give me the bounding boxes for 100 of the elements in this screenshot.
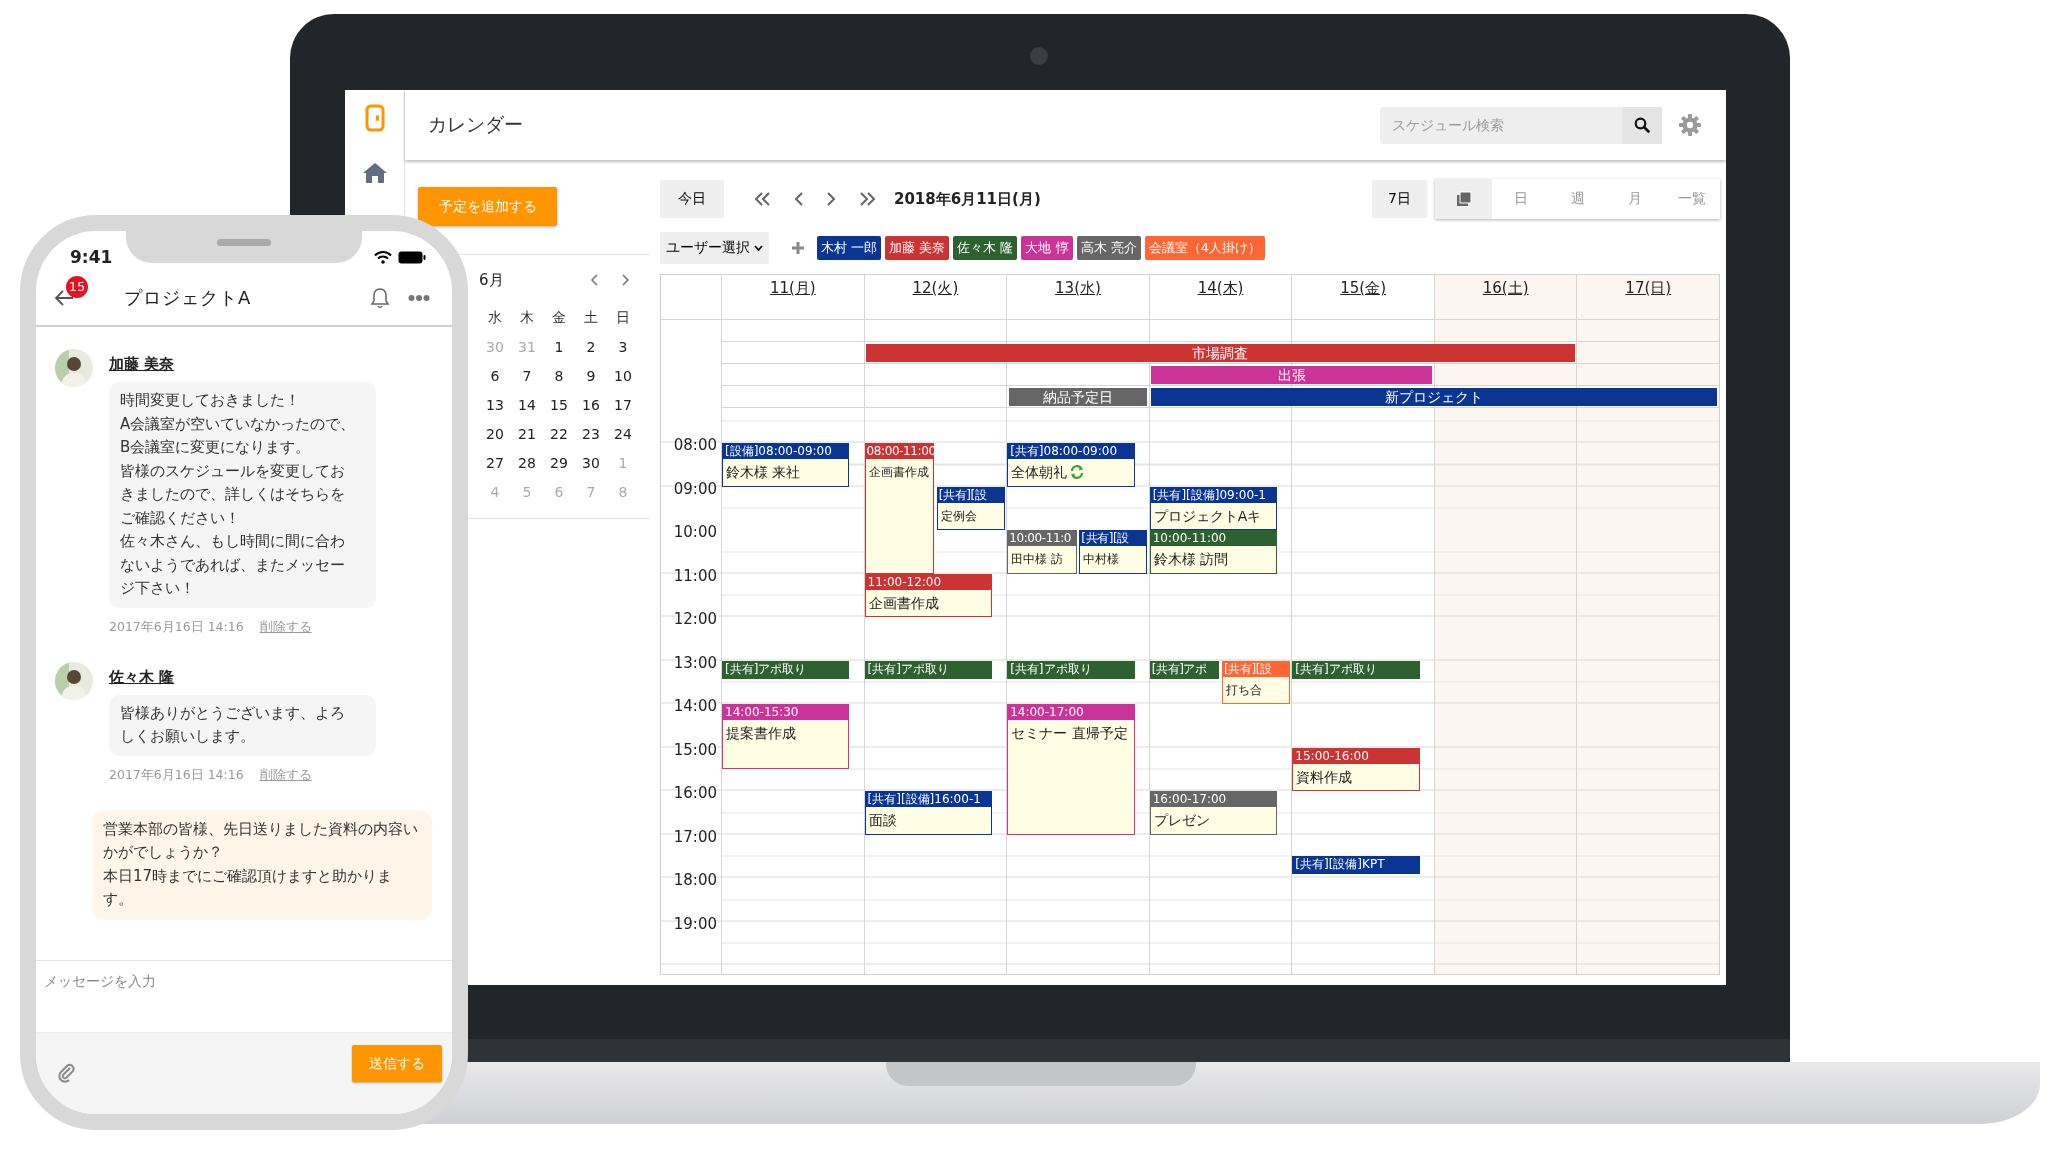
speaker-grille [217, 239, 271, 246]
calendar-day[interactable]: 23 [582, 425, 600, 442]
camera-dot [1030, 47, 1048, 65]
hour-label: 14:00 [673, 698, 717, 714]
event-title: 鈴木様 訪問 [1153, 550, 1229, 569]
calendar-day[interactable]: 9 [586, 367, 596, 384]
month-label: 6月 [479, 270, 505, 290]
calendar-event[interactable]: [共有][設 中村様 [1079, 530, 1148, 574]
battery-icon [398, 250, 426, 264]
calendar-day[interactable]: 28 [518, 454, 536, 471]
message-text: 皆様のスケジュールを変更しておきましたので、詳しくはそちらをご確認ください！ [120, 460, 346, 529]
day-header[interactable]: 17(日) [1577, 275, 1720, 319]
plus-icon[interactable] [791, 241, 805, 255]
calendar-day[interactable]: 14 [518, 396, 536, 413]
calendar-event[interactable]: [共有]アポ取り [1007, 660, 1135, 679]
calendar-day[interactable]: 22 [550, 425, 568, 442]
home-icon[interactable] [361, 162, 388, 184]
calendar-day[interactable]: 17 [614, 396, 632, 413]
calendar-event[interactable]: [共有]アポ [1149, 660, 1220, 679]
today-button[interactable]: 今日 [660, 180, 724, 218]
event-title: 全体朝礼 [1011, 463, 1068, 482]
all-day-event[interactable]: 出張 [1151, 365, 1433, 384]
calendar-event[interactable]: [共有][設 打ち合 [1221, 660, 1290, 704]
calendar-event[interactable]: 15:00-16:00 資料作成 [1292, 747, 1420, 791]
double-chevron-left-icon[interactable] [754, 192, 772, 206]
user-select-dropdown[interactable]: ユーザー選択 [660, 232, 769, 264]
calendar-event[interactable]: [共有][設備]16:00-1 面談 [864, 791, 992, 835]
paperclip-icon[interactable] [58, 1063, 76, 1083]
calendar-day[interactable]: 20 [486, 425, 504, 442]
day-header[interactable]: 12(火) [864, 275, 1008, 319]
day-header[interactable]: 14(木) [1149, 275, 1293, 319]
calendar-event[interactable]: [共有]アポ取り [864, 660, 992, 679]
all-day-event[interactable]: 新プロジェクト [1151, 387, 1717, 406]
calendar-day[interactable]: 6 [490, 367, 500, 384]
calendar-day[interactable]: 16 [582, 396, 600, 413]
calendar-day[interactable]: 29 [550, 454, 568, 471]
hour-label: 18:00 [673, 872, 717, 888]
back-arrow-icon[interactable] [54, 289, 74, 307]
calendar-day[interactable]: 13 [486, 396, 504, 413]
calendar-day[interactable]: 21 [518, 425, 536, 442]
event-title: 打ち合 [1225, 681, 1262, 699]
user-chip[interactable]: 大地 惇 [1021, 236, 1073, 260]
day-header[interactable]: 11(月) [722, 275, 865, 319]
all-day-event[interactable]: 市場調査 [866, 343, 1575, 362]
chat-title: プロジェクトA [124, 286, 252, 310]
user-chip[interactable]: 佐々木 隆 [953, 236, 1018, 260]
calendar-event[interactable]: 16:00-17:00 プレゼン [1149, 791, 1278, 835]
calendar-day[interactable]: 2 [586, 338, 596, 355]
chevron-left-icon[interactable] [794, 192, 804, 206]
all-day-event[interactable]: 納品予定日 [1008, 387, 1148, 406]
calendar-day[interactable]: 30 [582, 454, 600, 471]
chevron-right-icon[interactable] [620, 274, 630, 286]
message-text: 佐々木さん、もし時間に間に合わないようであれば、またメッセージ下さい！ [120, 531, 346, 599]
author-name[interactable]: 佐々木 隆 [109, 667, 175, 687]
calendar-event[interactable]: [設備]08:00-09:00 鈴木様 来社 [722, 443, 850, 487]
view-tab[interactable] [1435, 179, 1492, 219]
calendar-day[interactable]: 24 [614, 425, 632, 442]
calendar-day[interactable]: 7 [522, 367, 532, 384]
event-label: [共有][設備]09:00-1 [1150, 487, 1277, 503]
user-chip[interactable]: 加藤 美奈 [885, 236, 950, 260]
calendar-event[interactable]: 11:00-12:00 企画書作成 [864, 573, 992, 617]
chevron-right-icon[interactable] [826, 192, 836, 206]
more-icon[interactable] [408, 294, 430, 302]
calendar-event[interactable]: 08:00-11:00 企画書作成 [864, 443, 934, 574]
calendar-event[interactable]: 14:00-17:00 セミナー 直帰予定 [1007, 704, 1135, 835]
calendar-event[interactable]: [共有]アポ取り [722, 660, 850, 679]
search-button[interactable] [1622, 106, 1662, 144]
calendar-event[interactable]: [共有][設備]KPT [1292, 856, 1420, 875]
weekday-label: 土 [584, 308, 598, 327]
day-header[interactable]: 13(水) [1007, 275, 1150, 319]
calendar-event[interactable]: [共有]アポ取り [1292, 660, 1420, 679]
calendar-day[interactable]: 15 [550, 396, 568, 413]
author-name[interactable]: 加藤 美奈 [109, 355, 175, 374]
calendar-day[interactable]: 27 [486, 454, 504, 471]
user-chip[interactable]: 木村 一郎 [817, 236, 882, 260]
bell-icon[interactable] [370, 287, 390, 309]
hour-label: 09:00 [673, 480, 717, 497]
calendar-event[interactable]: [共有]08:00-09:00 全体朝礼 [1007, 443, 1135, 487]
search-field[interactable]: スケジュール検索 [1380, 106, 1622, 144]
calendar-day[interactable]: 10 [614, 367, 632, 384]
day-header[interactable]: 16(土) [1434, 275, 1578, 319]
event-title: 資料作成 [1296, 767, 1353, 787]
calendar-day[interactable]: 3 [618, 338, 628, 355]
current-date: 2018年6月11日(月) [894, 189, 1041, 209]
event-label: [共有][設 [1222, 661, 1289, 677]
hour-label: 13:00 [673, 654, 717, 671]
calendar-event[interactable]: 10:00-11:0 田中様 訪 [1007, 530, 1077, 574]
range-button[interactable]: 7日 [1372, 180, 1427, 218]
calendar-day[interactable]: 1 [554, 338, 564, 355]
day-header[interactable]: 15(金) [1292, 275, 1435, 319]
calendar-event[interactable]: [共有][設備]09:00-1 プロジェクトAキ [1149, 486, 1278, 530]
calendar-event[interactable]: 14:00-15:30 提案書作成 [722, 704, 850, 770]
event-label: 10:00-11:00 [1150, 531, 1277, 546]
calendar-day[interactable]: 8 [554, 367, 564, 384]
calendar-event[interactable]: [共有][設 定例会 [936, 486, 1005, 530]
event-label: 14:00-17:00 [1008, 705, 1134, 720]
calendar-event[interactable]: 10:00-11:00 鈴木様 訪問 [1149, 530, 1278, 574]
double-chevron-right-icon[interactable] [858, 192, 876, 206]
event-title: 提案書作成 [726, 724, 796, 743]
user-chip[interactable]: 高木 亮介 [1076, 236, 1141, 260]
